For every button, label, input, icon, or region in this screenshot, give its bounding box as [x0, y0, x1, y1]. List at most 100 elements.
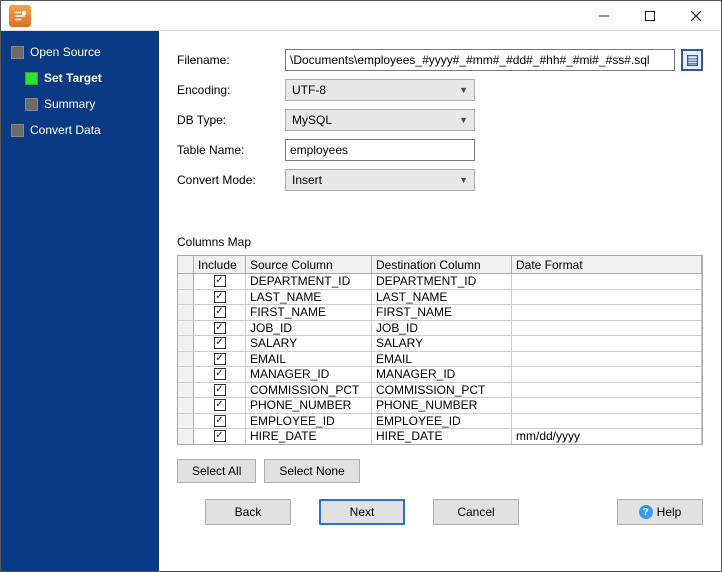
destination-cell[interactable]: LAST_NAME — [372, 290, 512, 305]
date-format-cell[interactable] — [512, 383, 702, 398]
table-row[interactable]: ✓ EMPLOYEE_IDEMPLOYEE_ID — [178, 414, 702, 430]
row-marker[interactable] — [178, 383, 194, 398]
sidebar-item-label: Set Target — [44, 71, 102, 85]
dbtype-value: MySQL — [292, 113, 332, 127]
cancel-button[interactable]: Cancel — [433, 499, 519, 525]
include-checkbox[interactable]: ✓ — [214, 291, 226, 303]
date-format-cell[interactable] — [512, 367, 702, 382]
destination-cell[interactable]: HIRE_DATE — [372, 429, 512, 444]
source-cell[interactable]: PHONE_NUMBER — [246, 398, 372, 413]
row-marker[interactable] — [178, 429, 194, 444]
include-checkbox[interactable]: ✓ — [214, 399, 226, 411]
row-marker[interactable] — [178, 321, 194, 336]
filename-label: Filename: — [177, 53, 285, 67]
maximize-button[interactable] — [627, 1, 673, 31]
row-marker[interactable] — [178, 290, 194, 305]
row-marker[interactable] — [178, 414, 194, 429]
sidebar-item-summary[interactable]: Summary — [15, 91, 159, 117]
destination-cell[interactable]: FIRST_NAME — [372, 305, 512, 320]
table-row[interactable]: ✓ JOB_IDJOB_ID — [178, 321, 702, 337]
source-cell[interactable]: EMAIL — [246, 352, 372, 367]
minimize-button[interactable] — [581, 1, 627, 31]
include-checkbox[interactable]: ✓ — [214, 306, 226, 318]
destination-cell[interactable]: MANAGER_ID — [372, 367, 512, 382]
date-format-cell[interactable]: mm/dd/yyyy — [512, 429, 702, 444]
help-button[interactable]: ?Help — [617, 499, 703, 525]
wizard-sidebar: Open Source Set Target SummaryConvert Data — [1, 31, 159, 571]
destination-cell[interactable]: COMMISSION_PCT — [372, 383, 512, 398]
table-row[interactable]: ✓ MANAGER_IDMANAGER_ID — [178, 367, 702, 383]
destination-cell[interactable]: JOB_ID — [372, 321, 512, 336]
include-checkbox[interactable]: ✓ — [214, 337, 226, 349]
back-button[interactable]: Back — [205, 499, 291, 525]
step-indicator-icon — [11, 124, 24, 137]
table-row[interactable]: ✓ FIRST_NAMEFIRST_NAME — [178, 305, 702, 321]
chevron-down-icon: ▼ — [459, 175, 468, 185]
date-format-cell[interactable] — [512, 336, 702, 351]
date-format-cell[interactable] — [512, 352, 702, 367]
row-marker[interactable] — [178, 305, 194, 320]
include-checkbox[interactable]: ✓ — [214, 415, 226, 427]
table-row[interactable]: ✓ SALARYSALARY — [178, 336, 702, 352]
table-row[interactable]: ✓HIRE_DATEHIRE_DATEmm/dd/yyyy — [178, 429, 702, 445]
sidebar-item-set-target[interactable]: Set Target — [15, 65, 159, 91]
date-format-cell[interactable] — [512, 321, 702, 336]
source-cell[interactable]: LAST_NAME — [246, 290, 372, 305]
date-format-cell[interactable] — [512, 305, 702, 320]
include-checkbox[interactable]: ✓ — [214, 275, 226, 287]
table-row[interactable]: ✓ LAST_NAMELAST_NAME — [178, 290, 702, 306]
date-format-cell[interactable] — [512, 274, 702, 289]
columns-map-grid[interactable]: Include Source Column Destination Column… — [177, 255, 703, 445]
convertmode-label: Convert Mode: — [177, 173, 285, 187]
header-include[interactable]: Include — [194, 256, 246, 273]
browse-button[interactable] — [681, 49, 703, 71]
columns-map-title: Columns Map — [177, 235, 703, 249]
row-marker[interactable] — [178, 352, 194, 367]
select-none-button[interactable]: Select None — [264, 459, 359, 483]
filename-input[interactable] — [285, 49, 675, 71]
include-checkbox[interactable]: ✓ — [214, 430, 226, 442]
content-pane: Filename: Encoding: UTF-8▼ DB Type: MySQ… — [159, 31, 721, 571]
row-marker[interactable] — [178, 398, 194, 413]
close-button[interactable] — [673, 1, 719, 31]
destination-cell[interactable]: DEPARTMENT_ID — [372, 274, 512, 289]
dbtype-select[interactable]: MySQL▼ — [285, 109, 475, 131]
source-cell[interactable]: JOB_ID — [246, 321, 372, 336]
source-cell[interactable]: FIRST_NAME — [246, 305, 372, 320]
destination-cell[interactable]: EMPLOYEE_ID — [372, 414, 512, 429]
header-source[interactable]: Source Column — [246, 256, 372, 273]
table-row[interactable]: ✓ EMAILEMAIL — [178, 352, 702, 368]
date-format-cell[interactable] — [512, 290, 702, 305]
date-format-cell[interactable] — [512, 414, 702, 429]
include-checkbox[interactable]: ✓ — [214, 353, 226, 365]
source-cell[interactable]: SALARY — [246, 336, 372, 351]
convertmode-select[interactable]: Insert▼ — [285, 169, 475, 191]
destination-cell[interactable]: PHONE_NUMBER — [372, 398, 512, 413]
source-cell[interactable]: COMMISSION_PCT — [246, 383, 372, 398]
include-checkbox[interactable]: ✓ — [214, 384, 226, 396]
header-date[interactable]: Date Format — [512, 256, 702, 273]
sidebar-item-open-source[interactable]: Open Source — [1, 39, 159, 65]
encoding-select[interactable]: UTF-8▼ — [285, 79, 475, 101]
tablename-input[interactable] — [285, 139, 475, 161]
include-checkbox[interactable]: ✓ — [214, 322, 226, 334]
table-row[interactable]: ✓ COMMISSION_PCTCOMMISSION_PCT — [178, 383, 702, 399]
row-marker[interactable] — [178, 367, 194, 382]
sidebar-item-convert-data[interactable]: Convert Data — [1, 117, 159, 143]
source-cell[interactable]: HIRE_DATE — [246, 429, 372, 444]
select-all-button[interactable]: Select All — [177, 459, 256, 483]
table-row[interactable]: ✓ DEPARTMENT_IDDEPARTMENT_ID — [178, 274, 702, 290]
table-row[interactable]: ✓ PHONE_NUMBERPHONE_NUMBER — [178, 398, 702, 414]
help-icon: ? — [639, 505, 653, 519]
header-destination[interactable]: Destination Column — [372, 256, 512, 273]
date-format-cell[interactable] — [512, 398, 702, 413]
source-cell[interactable]: MANAGER_ID — [246, 367, 372, 382]
row-marker[interactable] — [178, 336, 194, 351]
source-cell[interactable]: EMPLOYEE_ID — [246, 414, 372, 429]
next-button[interactable]: Next — [319, 499, 405, 525]
destination-cell[interactable]: EMAIL — [372, 352, 512, 367]
row-marker[interactable] — [178, 274, 194, 289]
include-checkbox[interactable]: ✓ — [214, 368, 226, 380]
destination-cell[interactable]: SALARY — [372, 336, 512, 351]
source-cell[interactable]: DEPARTMENT_ID — [246, 274, 372, 289]
